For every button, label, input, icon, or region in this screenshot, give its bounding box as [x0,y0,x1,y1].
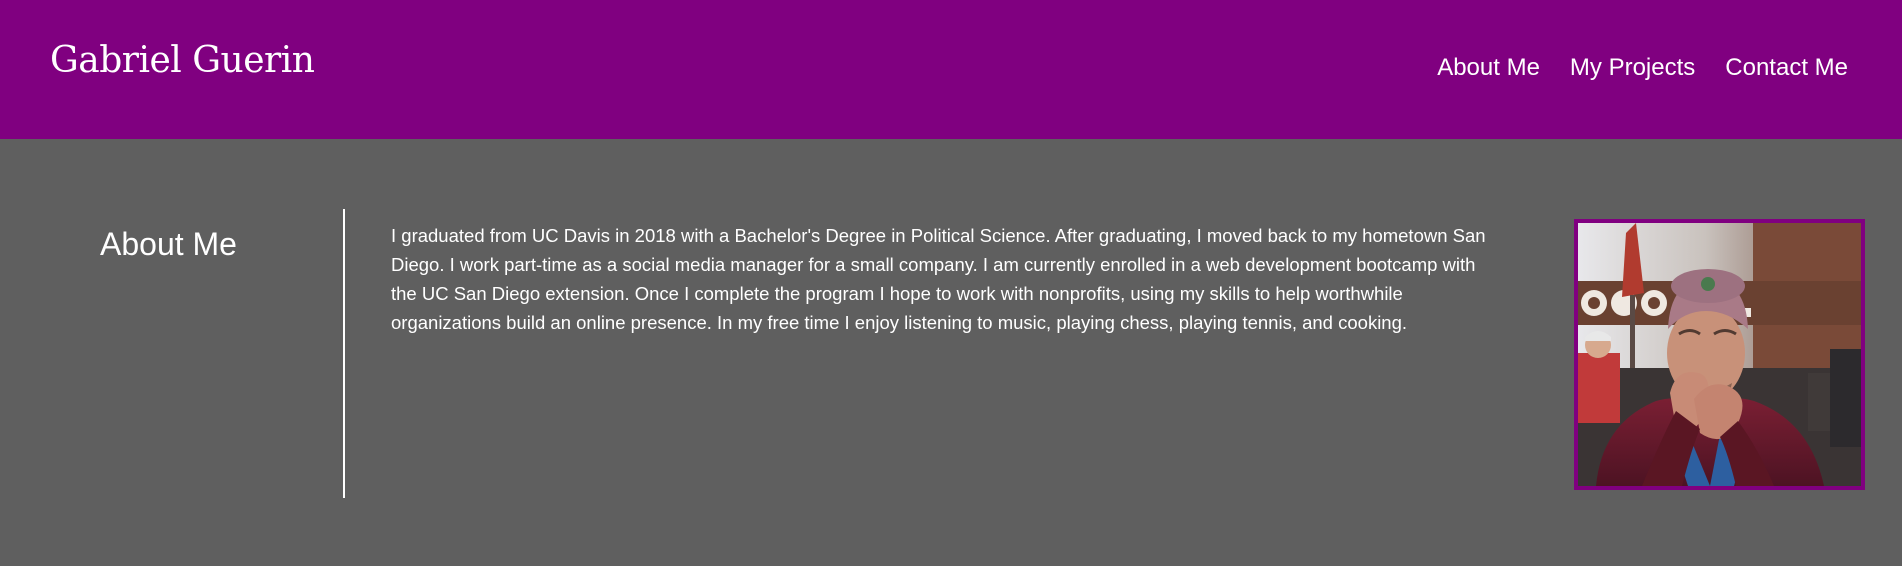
nav-link-about-me[interactable]: About Me [1437,52,1540,84]
main-nav: About Me My Projects Contact Me [1437,52,1848,84]
profile-photo [1574,219,1865,490]
site-header: Gabriel Guerin About Me My Projects Cont… [0,0,1902,139]
nav-link-my-projects[interactable]: My Projects [1570,52,1695,84]
about-paragraph: I graduated from UC Davis in 2018 with a… [391,225,1486,333]
nav-link-contact-me[interactable]: Contact Me [1725,52,1848,84]
section-divider [343,209,345,498]
site-title: Gabriel Guerin [50,40,315,81]
about-heading: About Me [100,226,237,262]
